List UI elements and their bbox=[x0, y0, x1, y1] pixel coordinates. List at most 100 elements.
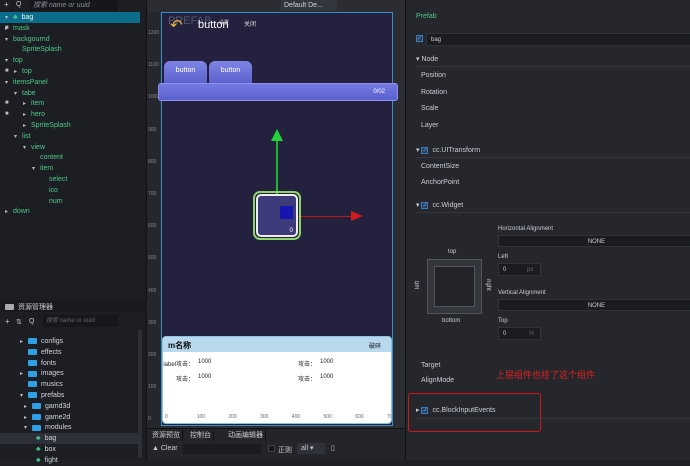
node-label: bag bbox=[21, 14, 34, 21]
ruler-label: 0 bbox=[148, 416, 151, 423]
node-name-input[interactable]: bag bbox=[426, 33, 690, 46]
asset-label: game2d bbox=[45, 413, 71, 421]
sort-icon[interactable]: ⇅ bbox=[16, 318, 22, 326]
folder-icon bbox=[28, 348, 37, 355]
asset-item[interactable]: effects bbox=[0, 347, 140, 358]
asset-item[interactable]: ▾ modules bbox=[0, 422, 140, 433]
asset-item[interactable]: fonts bbox=[0, 358, 140, 369]
top-label: Top bbox=[498, 318, 508, 324]
hierarchy-node[interactable]: ico bbox=[0, 185, 140, 196]
asset-label: effects bbox=[41, 348, 62, 356]
ruler-label: 400 bbox=[148, 287, 157, 294]
folder-icon bbox=[32, 424, 41, 431]
hierarchy-node[interactable]: ▸ down bbox=[0, 206, 140, 217]
console-filter-input[interactable] bbox=[183, 444, 261, 454]
v-align-select[interactable]: NONE bbox=[498, 299, 690, 311]
camera-dropdown[interactable]: Default De... bbox=[281, 0, 337, 11]
widget-header[interactable]: ▾ ✓ cc.Widget bbox=[416, 201, 463, 209]
header-small: 设置 bbox=[219, 20, 230, 26]
hierarchy-node[interactable]: num bbox=[0, 196, 140, 207]
node-label: mask bbox=[13, 24, 30, 32]
asset-item[interactable]: ▸ game2d bbox=[0, 412, 140, 423]
node-label: top bbox=[13, 57, 23, 65]
hierarchy-node[interactable]: ▾ ♣ bag bbox=[0, 12, 140, 23]
search-icon[interactable]: Q bbox=[29, 318, 34, 325]
collapsed-arrow-icon[interactable]: ▸ bbox=[5, 207, 13, 218]
asset-item[interactable]: ♣ bag bbox=[0, 433, 140, 445]
ruler-label: 1200 bbox=[148, 30, 160, 36]
widget-alignment-box[interactable] bbox=[427, 259, 482, 314]
asset-label: fight bbox=[44, 456, 58, 464]
hierarchy-search-input[interactable]: 搜索 name or uuid bbox=[30, 0, 118, 11]
console-tab[interactable]: 资源预览 bbox=[150, 430, 183, 441]
uitransform-header[interactable]: ▾ ✓ cc.UITransform bbox=[416, 146, 480, 154]
widget-left-label: left bbox=[415, 280, 422, 290]
left-label: Left bbox=[498, 254, 509, 260]
y-arrow-icon[interactable] bbox=[271, 129, 283, 141]
asset-item[interactable]: ♣ box bbox=[0, 444, 140, 455]
hierarchy-node[interactable]: ▾ tabe bbox=[0, 88, 140, 99]
clear-button[interactable]: ▲ Clear bbox=[152, 445, 178, 452]
hierarchy-node[interactable]: SpriteSplash bbox=[0, 44, 140, 55]
selected-item-node[interactable]: 0 bbox=[253, 191, 301, 240]
search-icon[interactable]: Q bbox=[16, 1, 21, 8]
hierarchy-node[interactable]: ▾ list bbox=[0, 131, 140, 142]
asset-item[interactable]: ▸ gamd3d bbox=[0, 401, 140, 412]
card-stat: 1000 bbox=[320, 374, 334, 380]
file-icon[interactable]: ▯ bbox=[331, 444, 335, 452]
lock-icon[interactable]: ■ bbox=[5, 109, 9, 120]
node-prop-label: Rotation bbox=[421, 88, 448, 96]
assets-search-input[interactable]: 搜索 name or uuid bbox=[43, 315, 118, 327]
console-tab[interactable]: 控制台 bbox=[188, 430, 214, 441]
top-input[interactable]: 0% bbox=[498, 327, 541, 340]
back-arrow-icon[interactable]: ↶ bbox=[170, 16, 183, 34]
hierarchy-node[interactable]: ■ ▸ item bbox=[0, 98, 140, 109]
card-axis-label: 300 bbox=[260, 414, 269, 420]
hierarchy-node[interactable]: ▾ top bbox=[0, 55, 140, 66]
tab-button-2[interactable]: button bbox=[209, 61, 252, 84]
hierarchy-node[interactable]: ▾ itemsPanel bbox=[0, 77, 140, 88]
scene-canvas[interactable]: PREFAB ↶ button 设置 关闭 button button 0/02… bbox=[158, 12, 398, 426]
card-stat: label攻击： bbox=[163, 362, 194, 368]
ruler-label: 800 bbox=[148, 158, 157, 165]
asset-label: musics bbox=[41, 381, 63, 389]
hierarchy-node[interactable]: content bbox=[0, 152, 140, 163]
node-label: ico bbox=[49, 186, 58, 194]
asset-item[interactable]: ▾ prefabs bbox=[0, 390, 140, 401]
add-asset-icon[interactable]: + bbox=[5, 317, 10, 326]
regex-checkbox[interactable] bbox=[268, 445, 275, 452]
node-label: select bbox=[49, 176, 68, 183]
block-input-events-header[interactable]: ▸ ✓ cc.BlockInputEvents bbox=[416, 406, 496, 414]
node-label: SpriteSplash bbox=[22, 46, 62, 54]
folder-icon bbox=[28, 338, 37, 345]
lock-icon[interactable]: ■ bbox=[5, 66, 9, 77]
close-button[interactable]: 关闭 bbox=[244, 19, 256, 28]
hierarchy-node[interactable]: ▸ SpriteSplash bbox=[0, 120, 140, 131]
ruler-label: 1100 bbox=[148, 62, 159, 69]
hierarchy-node[interactable]: select bbox=[0, 174, 140, 185]
hierarchy-node[interactable]: ■ ▸ mask bbox=[0, 23, 140, 34]
left-input[interactable]: 0 px bbox=[498, 263, 541, 276]
asset-item[interactable]: ♣ fight bbox=[0, 455, 140, 466]
asset-item[interactable]: ▸ images bbox=[0, 368, 140, 379]
prefab-icon: ♣ bbox=[36, 435, 41, 443]
tab-button-1[interactable]: button bbox=[164, 61, 207, 84]
hierarchy-node[interactable]: ■ ▸ top bbox=[0, 66, 140, 77]
asset-item[interactable]: ▸ configs bbox=[0, 336, 140, 347]
lock-icon[interactable]: ■ bbox=[5, 23, 9, 34]
hierarchy-node[interactable]: ▾ backgournd bbox=[0, 34, 140, 45]
h-align-select[interactable]: NONE bbox=[498, 235, 690, 247]
asset-item[interactable]: musics bbox=[0, 379, 140, 390]
ruler-label: 900 bbox=[148, 126, 157, 133]
hierarchy-node[interactable]: ■ ▸ hero bbox=[0, 109, 140, 120]
hierarchy-node[interactable]: ▾ view bbox=[0, 142, 140, 153]
lock-icon[interactable]: ■ bbox=[5, 98, 9, 109]
log-level-dropdown[interactable]: all ▾ bbox=[297, 443, 325, 454]
card-stat: 1000 bbox=[198, 374, 212, 380]
target-label: Target bbox=[421, 362, 441, 369]
add-icon[interactable]: + bbox=[4, 0, 9, 9]
console-tab[interactable]: 动画编辑器 bbox=[226, 430, 266, 441]
node-section-header[interactable]: ▾ Node bbox=[416, 55, 438, 63]
hierarchy-node[interactable]: ▾ item bbox=[0, 163, 140, 174]
x-arrow-icon[interactable] bbox=[351, 211, 363, 221]
